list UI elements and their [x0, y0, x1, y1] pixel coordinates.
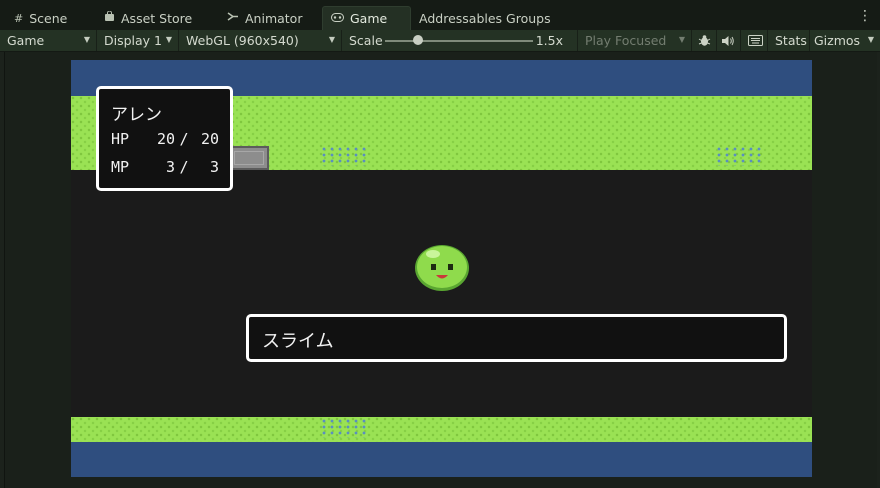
- gizmos-button[interactable]: Gizmos ▼: [810, 30, 880, 51]
- tab-addressables-groups[interactable]: Addressables Groups: [411, 6, 559, 30]
- keyboard-icon[interactable]: [743, 30, 768, 51]
- flower-patch: [321, 146, 369, 166]
- grass-bottom: [71, 417, 812, 442]
- stats-label: Stats: [775, 33, 807, 48]
- stats-button[interactable]: Stats: [770, 30, 810, 51]
- player-name: アレン: [111, 105, 162, 125]
- water-bottom: [71, 442, 812, 477]
- animator-icon: [227, 11, 239, 25]
- slime-enemy-sprite[interactable]: [413, 240, 471, 292]
- stone-block: [229, 146, 269, 170]
- chevron-down-icon: ▼: [165, 35, 172, 44]
- scale-label: Scale: [349, 33, 383, 48]
- resolution-select[interactable]: WebGL (960x540) ▼: [179, 30, 342, 51]
- tab-label: Animator: [245, 10, 303, 26]
- player-status-window: アレン HP 20 / 20 MP 3 / 3: [96, 86, 233, 191]
- flower-patch: [321, 418, 367, 438]
- tab-label: Game: [350, 11, 388, 26]
- grid-icon: #: [14, 11, 24, 25]
- enemy-name: スライム: [262, 331, 334, 352]
- game-view-toolbar: Game ▼ Display 1 ▼ WebGL (960x540) ▼ Sca…: [0, 30, 880, 52]
- hp-current: 20: [156, 130, 175, 148]
- mp-max: 3: [209, 158, 219, 176]
- hp-label: HP: [111, 130, 130, 148]
- game-view-select[interactable]: Game ▼: [0, 30, 97, 51]
- hp-row: HP 20 / 20: [111, 129, 221, 149]
- hp-separator: /: [179, 130, 189, 148]
- enemy-name-window: スライム: [246, 314, 787, 362]
- editor-tab-bar: # Scene Asset Store Animator Game Addres…: [0, 0, 880, 31]
- flower-patch: [716, 146, 764, 166]
- chevron-down-icon: ▼: [867, 35, 874, 44]
- scale-slider-thumb[interactable]: [412, 35, 423, 45]
- bug-icon[interactable]: [692, 30, 717, 51]
- play-mode-select[interactable]: Play Focused ▼: [578, 30, 692, 51]
- gizmos-label: Gizmos: [814, 33, 861, 48]
- play-mode-select-value: Play Focused: [585, 33, 667, 48]
- mp-label: MP: [111, 158, 130, 176]
- chevron-down-icon: ▼: [328, 35, 335, 44]
- bag-icon: [104, 10, 115, 25]
- more-options-icon[interactable]: ⋮: [858, 8, 872, 24]
- display-select[interactable]: Display 1 ▼: [97, 30, 179, 51]
- game-view-select-value: Game: [7, 33, 45, 48]
- mp-row: MP 3 / 3: [111, 157, 221, 177]
- tab-label: Asset Store: [121, 10, 193, 26]
- tab-animator[interactable]: Animator: [219, 6, 310, 30]
- tab-label: Scene: [29, 10, 68, 26]
- resolution-select-value: WebGL (960x540): [186, 33, 299, 48]
- chevron-down-icon: ▼: [83, 35, 90, 44]
- scale-control: Scale 1.5x: [342, 30, 578, 51]
- tab-game[interactable]: Game: [322, 6, 411, 30]
- mp-current: 3: [165, 158, 175, 176]
- scale-value: 1.5x: [535, 33, 563, 48]
- mute-audio-icon[interactable]: [716, 30, 741, 51]
- hp-max: 20: [200, 130, 219, 148]
- chevron-down-icon: ▼: [678, 35, 685, 44]
- tab-scene[interactable]: # Scene: [6, 6, 75, 30]
- gamepad-icon: [331, 12, 344, 25]
- tab-label: Addressables Groups: [419, 10, 551, 26]
- tab-asset-store[interactable]: Asset Store: [96, 6, 200, 30]
- scale-slider-track[interactable]: [385, 40, 533, 42]
- mp-separator: /: [179, 158, 189, 176]
- display-select-value: Display 1: [104, 33, 163, 48]
